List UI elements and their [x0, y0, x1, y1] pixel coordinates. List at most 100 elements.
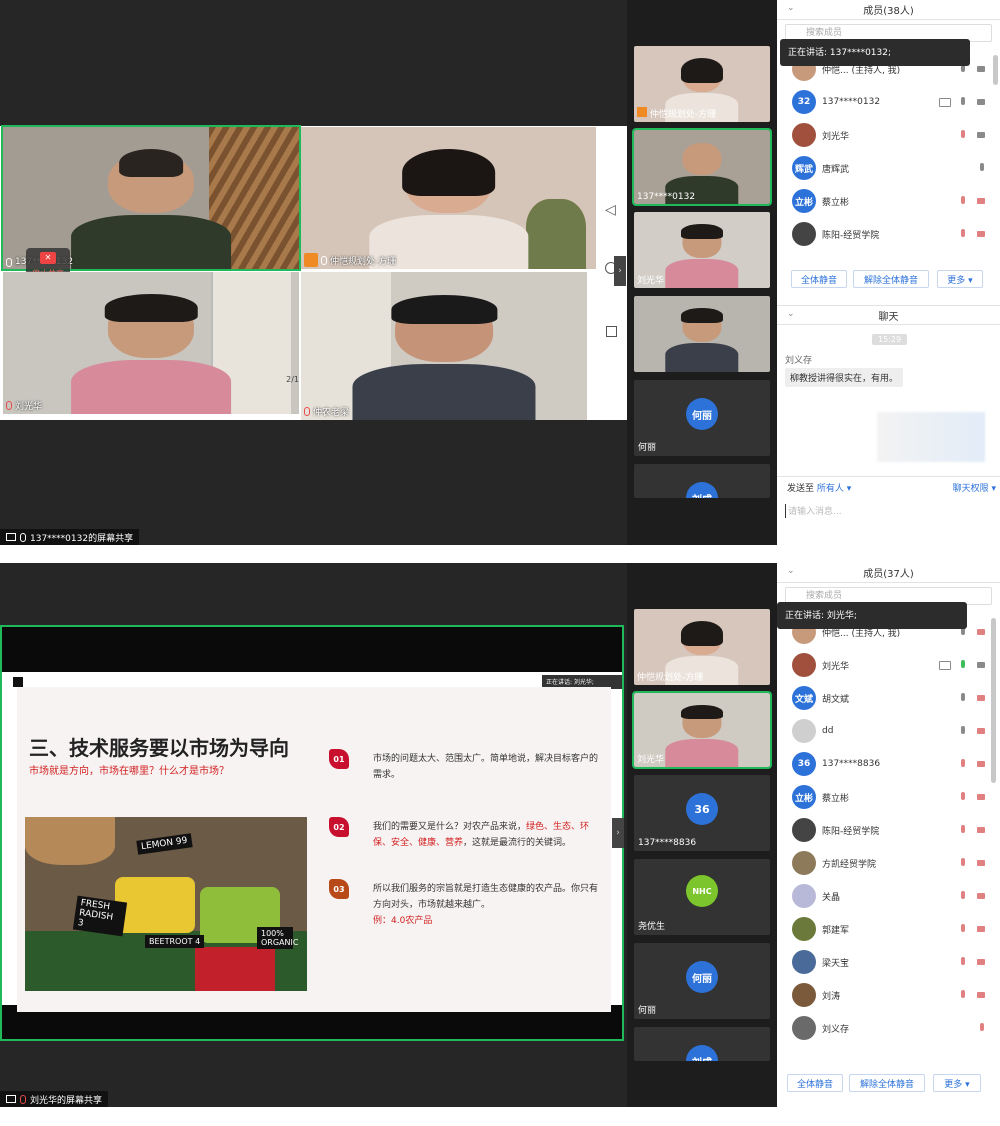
mic-muted-icon[interactable]	[958, 759, 968, 769]
member-row[interactable]: 立彬 蔡立彬	[792, 187, 987, 215]
chat-permission-dropdown[interactable]: 聊天权限 ▾	[953, 481, 996, 494]
unmute-all-button[interactable]: 解除全体静音	[853, 270, 929, 288]
screen-share-icon[interactable]	[939, 660, 951, 670]
video-tile[interactable]: 仲农老梁	[301, 272, 587, 420]
camera-off-icon[interactable]	[977, 759, 987, 769]
video-strip: 仲恺规划处-方珊 137****0132 刘光华 何丽 何丽 刘成	[627, 0, 777, 545]
chevron-down-icon: ⌄	[787, 3, 795, 13]
scrollbar[interactable]	[993, 55, 998, 85]
mic-icon[interactable]	[977, 163, 987, 173]
unmute-all-button[interactable]: 解除全体静音	[849, 1074, 925, 1092]
member-row[interactable]: 郭建军	[792, 915, 987, 943]
member-row[interactable]: 陈阳-经贸学院	[792, 220, 987, 248]
mute-all-button[interactable]: 全体静音	[791, 270, 847, 288]
side-video-tile[interactable]: 刘光华	[634, 212, 770, 288]
camera-off-icon[interactable]	[977, 891, 987, 901]
side-video-tile-active[interactable]: 137****0132	[632, 128, 772, 206]
member-row[interactable]: 立彬 蔡立彬	[792, 783, 987, 811]
mic-muted-icon[interactable]	[958, 196, 968, 206]
mic-muted-icon[interactable]	[958, 990, 968, 1000]
side-video-tile[interactable]: NHC 尧优生	[634, 859, 770, 935]
camera-off-icon[interactable]	[977, 229, 987, 239]
member-row[interactable]: 32 137****0132	[792, 88, 987, 116]
member-name: 关晶	[822, 892, 841, 903]
side-video-tile[interactable]: 仲恺规划处-方珊	[634, 609, 770, 685]
member-row[interactable]: dd	[792, 717, 987, 745]
more-button[interactable]: 更多 ▾	[933, 1074, 981, 1092]
member-row[interactable]: 刘义存	[792, 1014, 987, 1042]
side-video-tile[interactable]: 何丽 何丽	[634, 943, 770, 1019]
mute-all-button[interactable]: 全体静音	[787, 1074, 843, 1092]
side-video-tile[interactable]: 仲恺规划处-方珊	[634, 46, 770, 122]
member-row[interactable]: 刘涛	[792, 981, 987, 1009]
camera-off-icon[interactable]	[977, 825, 987, 835]
member-row[interactable]: 刘光华	[792, 651, 987, 679]
member-row[interactable]: 36 137****8836	[792, 750, 987, 778]
mic-muted-icon[interactable]	[977, 1023, 987, 1033]
screen-share-icon[interactable]	[939, 97, 951, 107]
mic-muted-icon[interactable]	[958, 229, 968, 239]
mic-icon	[321, 255, 327, 265]
chat-message: 柳教授讲得很实在，有用。	[785, 368, 904, 387]
video-tile[interactable]: 刘光华 2/1	[3, 272, 299, 414]
mic-icon[interactable]	[958, 97, 968, 107]
avatar	[792, 851, 816, 875]
mic-muted-icon[interactable]	[958, 891, 968, 901]
slide: 三、技术服务要以市场为导向 市场就是方向，市场在哪里？什么才是市场？ LEMON…	[17, 687, 611, 1012]
mic-active-icon[interactable]	[958, 660, 968, 670]
mic-muted-icon[interactable]	[958, 792, 968, 802]
point-01-text: 市场的问题太大、范围太广。简单地说，解决目标客户的需求。	[373, 754, 599, 780]
camera-icon[interactable]	[977, 97, 987, 107]
mic-muted-icon[interactable]	[958, 924, 968, 934]
mic-muted-icon[interactable]	[958, 825, 968, 835]
send-to-dropdown[interactable]: 所有人 ▾	[817, 484, 851, 494]
speaking-tooltip: 正在讲话: 刘光华;	[777, 602, 967, 629]
camera-off-icon[interactable]	[977, 693, 987, 703]
side-video-tile[interactable]: 36 137****8836	[634, 775, 770, 851]
camera-icon[interactable]	[977, 64, 987, 74]
side-video-tile-active[interactable]: 刘光华	[632, 691, 772, 769]
collapse-arrow-icon[interactable]: ›	[612, 818, 624, 848]
mic-muted-icon[interactable]	[958, 957, 968, 967]
camera-icon[interactable]	[977, 130, 987, 140]
camera-off-icon[interactable]	[977, 792, 987, 802]
member-name: 梁天宝	[822, 958, 850, 969]
video-tile[interactable]: 仲恺规划处-方珊	[301, 127, 596, 269]
mic-muted-icon[interactable]	[958, 858, 968, 868]
avatar: NHC	[686, 875, 718, 907]
member-row[interactable]: 陈阳-经贸学院	[792, 816, 987, 844]
member-row[interactable]: 方凯经贸学院	[792, 849, 987, 877]
collapse-arrow-icon[interactable]: ›	[614, 256, 626, 286]
side-video-tile[interactable]: 刘成	[634, 1027, 770, 1061]
triangle-back-icon[interactable]: ◁	[605, 202, 616, 218]
chat-header[interactable]: ⌄ 聊天	[777, 305, 1000, 325]
mic-icon[interactable]	[958, 726, 968, 736]
member-row[interactable]: 文斌 胡文斌	[792, 684, 987, 712]
mic-icon[interactable]	[958, 693, 968, 703]
members-header[interactable]: ⌄ 成员(37人)	[777, 563, 1000, 583]
mic-muted-icon[interactable]	[958, 130, 968, 140]
side-video-tile[interactable]	[634, 296, 770, 372]
square-recent-icon[interactable]	[606, 326, 617, 337]
price-sign: BEETROOT 4	[145, 935, 205, 948]
camera-off-icon[interactable]	[977, 196, 987, 206]
camera-icon[interactable]	[977, 660, 987, 670]
more-button[interactable]: 更多 ▾	[937, 270, 983, 288]
members-header[interactable]: ⌄ 成员(38人)	[777, 0, 1000, 20]
camera-off-icon[interactable]	[977, 924, 987, 934]
camera-off-icon[interactable]	[977, 990, 987, 1000]
screen-share-icon	[6, 1095, 16, 1103]
camera-off-icon[interactable]	[977, 858, 987, 868]
camera-off-icon[interactable]	[977, 627, 987, 637]
scrollbar[interactable]	[991, 618, 996, 783]
member-row[interactable]: 辉武 唐辉武	[792, 154, 987, 182]
side-video-tile[interactable]: 何丽 何丽	[634, 380, 770, 456]
side-video-tile[interactable]: 刘成	[634, 464, 770, 498]
member-row[interactable]: 梁天宝	[792, 948, 987, 976]
camera-off-icon[interactable]	[977, 957, 987, 967]
member-row[interactable]: 关晶	[792, 882, 987, 910]
chat-input[interactable]: 请输入消息...	[785, 504, 985, 518]
camera-off-icon[interactable]	[977, 726, 987, 736]
avatar	[792, 719, 816, 743]
member-row[interactable]: 刘光华	[792, 121, 987, 149]
